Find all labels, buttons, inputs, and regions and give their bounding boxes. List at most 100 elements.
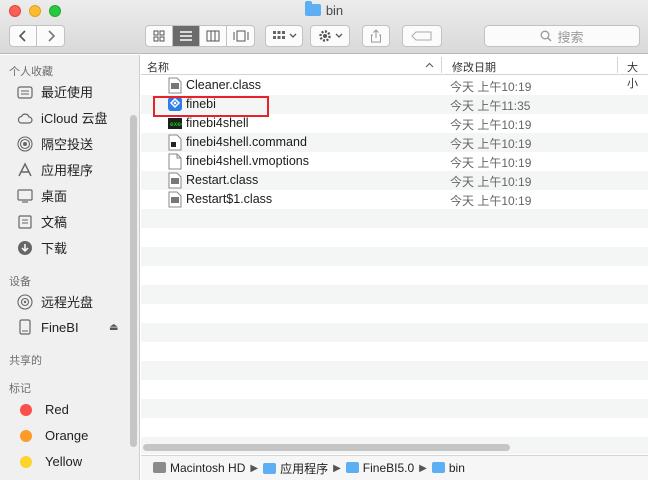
applications-icon xyxy=(16,161,34,179)
share-icon xyxy=(371,29,381,43)
file-name: finebi4shell.vmoptions xyxy=(186,154,309,168)
empty-row xyxy=(141,285,648,304)
sidebar-scrollbar[interactable] xyxy=(130,115,137,447)
file-modified: 今天 上午10:19 xyxy=(450,118,532,132)
sidebar-item-label: 隔空投送 xyxy=(41,137,94,152)
sidebar-item-label: Red xyxy=(45,402,69,417)
path-segment-applications[interactable]: 应用程序 xyxy=(263,460,328,477)
chevron-down-icon xyxy=(335,33,342,38)
file-row[interactable]: Cleaner.class 今天 上午10:19 xyxy=(141,76,648,95)
action-menu-button[interactable] xyxy=(310,25,350,47)
sidebar-tag-red[interactable]: Red xyxy=(16,402,69,417)
drive-icon xyxy=(16,318,34,336)
sidebar-item-label: Orange xyxy=(45,428,89,443)
downloads-icon xyxy=(16,239,34,257)
column-modified-header[interactable]: 修改日期 xyxy=(452,59,496,75)
sidebar-tag-yellow[interactable]: Yellow xyxy=(16,454,82,469)
file-name: Restart$1.class xyxy=(186,192,273,206)
sidebar-item-remote-disc[interactable]: 远程光盘 xyxy=(16,292,93,311)
documents-icon xyxy=(16,213,34,231)
disc-icon xyxy=(16,293,34,311)
folder-icon xyxy=(304,1,321,16)
red-highlight-box xyxy=(153,96,269,117)
recents-icon xyxy=(16,83,34,101)
forward-button[interactable] xyxy=(37,26,64,46)
sidebar-item-desktop[interactable]: 桌面 xyxy=(16,186,67,205)
sidebar-item-finebi-volume[interactable]: FineBI xyxy=(16,318,79,336)
sidebar-item-label: 最近使用 xyxy=(41,85,94,100)
eject-icon[interactable]: ⏏ xyxy=(109,322,118,333)
terminal-exec-icon: exec xyxy=(168,118,182,129)
file-name: finebi4shell.command xyxy=(186,135,307,149)
file-modified: 今天 上午10:19 xyxy=(450,156,532,170)
path-bar: Macintosh HD ▶ 应用程序 ▶ FineBI5.0 ▶ bin xyxy=(141,455,648,480)
path-segment-bin[interactable]: bin xyxy=(431,461,465,475)
file-modified: 今天 上午10:19 xyxy=(450,194,532,208)
svg-text:exec: exec xyxy=(170,121,182,128)
icon-view-button[interactable] xyxy=(146,26,173,46)
history-nav xyxy=(9,25,65,47)
group-by-button[interactable] xyxy=(265,25,303,47)
folder-icon xyxy=(431,462,445,473)
list-view-button[interactable] xyxy=(173,26,200,46)
file-row[interactable]: Restart$1.class 今天 上午10:19 xyxy=(141,190,648,209)
columns-icon xyxy=(206,30,220,42)
class-file-icon xyxy=(168,191,182,208)
hard-drive-icon xyxy=(153,462,166,473)
view-mode-switcher xyxy=(145,25,255,47)
sidebar-item-applications[interactable]: 应用程序 xyxy=(16,160,93,179)
empty-row xyxy=(141,323,648,342)
sidebar-tag-orange[interactable]: Orange xyxy=(16,428,88,443)
file-name: Cleaner.class xyxy=(186,78,262,92)
yellow-tag-dot-icon xyxy=(20,455,32,468)
path-segment-finebi[interactable]: FineBI5.0 xyxy=(345,461,414,475)
red-tag-dot-icon xyxy=(20,403,32,416)
file-modified: 今天 上午11:35 xyxy=(450,99,531,113)
desktop-icon xyxy=(16,187,34,205)
gallery-icon xyxy=(233,30,248,42)
gallery-view-button[interactable] xyxy=(227,26,254,46)
document-icon xyxy=(168,153,182,170)
chevron-right-icon xyxy=(47,30,55,42)
file-rows: Cleaner.class 今天 上午10:19 finebi 今天 上午11:… xyxy=(141,76,648,454)
shared-header: 共享的 xyxy=(9,355,42,367)
column-name-header[interactable]: 名称 xyxy=(147,59,169,75)
sidebar-item-documents[interactable]: 文稿 xyxy=(16,212,67,231)
sidebar-item-downloads[interactable]: 下载 xyxy=(16,238,67,257)
file-row[interactable]: Restart.class 今天 上午10:19 xyxy=(141,171,648,190)
column-view-button[interactable] xyxy=(200,26,227,46)
window-title: bin xyxy=(0,1,648,18)
folder-icon xyxy=(345,462,359,473)
horizontal-scrollbar[interactable] xyxy=(143,444,510,451)
file-modified: 今天 上午10:19 xyxy=(450,175,532,189)
path-chevron-icon: ▶ xyxy=(419,462,427,474)
search-icon xyxy=(541,30,553,42)
empty-row xyxy=(141,247,648,266)
search-placeholder: 搜索 xyxy=(557,29,584,45)
back-button[interactable] xyxy=(10,26,37,46)
empty-row xyxy=(141,209,648,228)
edit-tags-button[interactable] xyxy=(402,25,442,47)
path-segment-macintosh-hd[interactable]: Macintosh HD xyxy=(153,461,245,475)
airdrop-icon xyxy=(16,135,34,153)
sidebar-item-recents[interactable]: 最近使用 xyxy=(16,82,93,101)
search-field[interactable]: 搜索 xyxy=(484,25,640,47)
sidebar-item-label: 文稿 xyxy=(41,215,68,230)
sidebar-item-icloud[interactable]: iCloud 云盘 xyxy=(16,108,107,127)
gear-icon xyxy=(318,30,331,42)
command-file-icon xyxy=(168,134,182,151)
sidebar-item-label: Yellow xyxy=(45,454,83,469)
file-row[interactable]: finebi4shell.command 今天 上午10:19 xyxy=(141,133,648,152)
chevron-down-icon xyxy=(289,33,296,38)
empty-row xyxy=(141,266,648,285)
sidebar-item-airdrop[interactable]: 隔空投送 xyxy=(16,134,93,153)
file-row[interactable]: finebi4shell.vmoptions 今天 上午10:19 xyxy=(141,152,648,171)
orange-tag-dot-icon xyxy=(20,429,32,442)
devices-header: 设备 xyxy=(9,276,31,288)
cloud-icon xyxy=(16,109,34,127)
favorites-header: 个人收藏 xyxy=(9,66,53,78)
sidebar-item-label: iCloud 云盘 xyxy=(41,111,108,126)
share-button[interactable] xyxy=(362,25,390,47)
sort-chevron-icon xyxy=(425,62,434,68)
sidebar-item-label: 桌面 xyxy=(41,189,68,204)
